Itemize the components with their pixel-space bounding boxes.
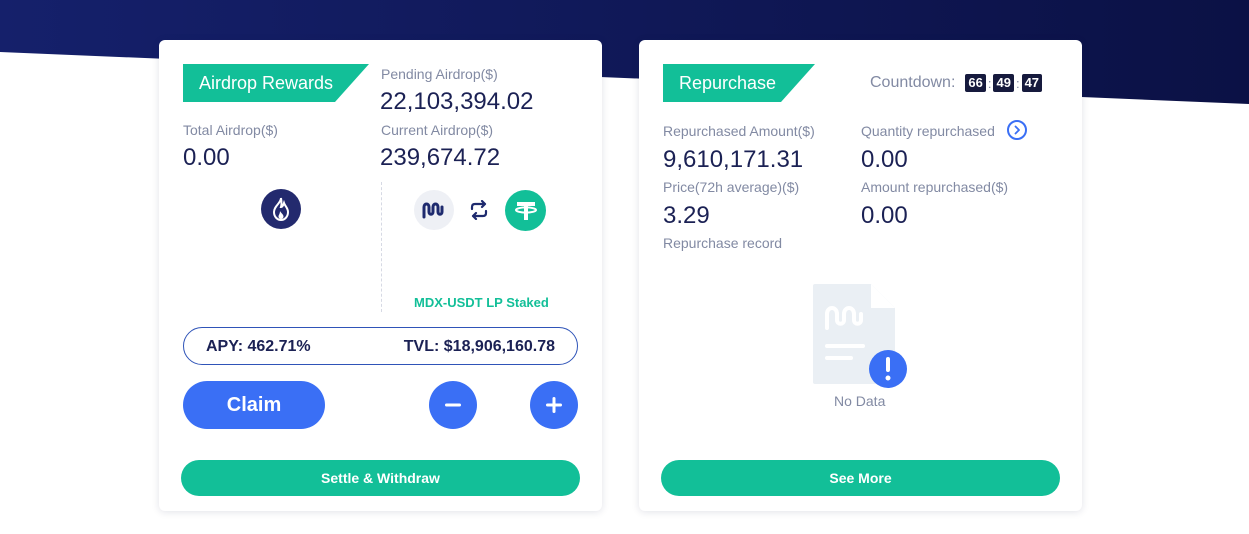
current-airdrop-label: Current Airdrop($) (381, 122, 494, 138)
minus-button[interactable] (429, 381, 477, 429)
price-label: Price(72h average)($) (663, 179, 800, 195)
airdrop-rewards-tag: Airdrop Rewards (183, 64, 369, 102)
settle-withdraw-button[interactable]: Settle & Withdraw (181, 460, 580, 496)
countdown-separator: : (1015, 75, 1020, 91)
claim-button[interactable]: Claim (183, 381, 325, 429)
divider-dashed (381, 182, 382, 312)
apy-value: APY: 462.71% (206, 338, 311, 355)
chevron-right-icon[interactable] (1007, 120, 1027, 140)
countdown-seconds: 47 (1021, 74, 1043, 92)
lp-staked-label: MDX-USDT LP Staked (414, 295, 549, 310)
repurchase-record-label: Repurchase record (663, 235, 783, 251)
airdrop-rewards-card: Airdrop Rewards Pending Airdrop($) 22,10… (159, 40, 602, 511)
minus-icon (445, 403, 461, 407)
repurchased-amount-value: 9,610,171.31 (663, 146, 804, 173)
current-airdrop-value: 239,674.72 (380, 144, 501, 171)
countdown: Countdown: 66 : 49 : 47 (870, 74, 1043, 92)
usdt-token-icon (505, 190, 546, 231)
amount-repurchased-value: 0.00 (861, 202, 908, 229)
no-data-icon (813, 284, 907, 388)
pending-airdrop-value: 22,103,394.02 (380, 88, 534, 115)
tvl-value: TVL: $18,906,160.78 (403, 338, 555, 355)
mdx-token-icon (414, 190, 454, 230)
total-airdrop-value: 0.00 (183, 144, 230, 171)
ht-token-icon (261, 189, 301, 229)
total-airdrop-label: Total Airdrop($) (183, 122, 278, 138)
pending-airdrop-label: Pending Airdrop($) (381, 66, 498, 82)
plus-button[interactable] (530, 381, 578, 429)
countdown-hours: 66 (965, 74, 986, 92)
countdown-label: Countdown: (870, 74, 956, 91)
amount-repurchased-label: Amount repurchased($) (861, 179, 1009, 195)
price-value: 3.29 (663, 202, 710, 229)
no-data-text: No Data (834, 393, 886, 409)
repurchase-card: Repurchase Countdown: 66 : 49 : 47 Repur… (639, 40, 1082, 511)
quantity-repurchased-value: 0.00 (861, 146, 908, 173)
swap-icon (466, 198, 492, 222)
apy-tvl-box: APY: 462.71% TVL: $18,906,160.78 (183, 327, 578, 365)
countdown-separator: : (987, 75, 992, 91)
countdown-minutes: 49 (993, 74, 1014, 92)
quantity-repurchased-label: Quantity repurchased (861, 123, 995, 139)
repurchase-tag: Repurchase (663, 64, 815, 102)
repurchased-amount-label: Repurchased Amount($) (663, 123, 815, 139)
plus-icon (546, 397, 562, 413)
see-more-button[interactable]: See More (661, 460, 1060, 496)
